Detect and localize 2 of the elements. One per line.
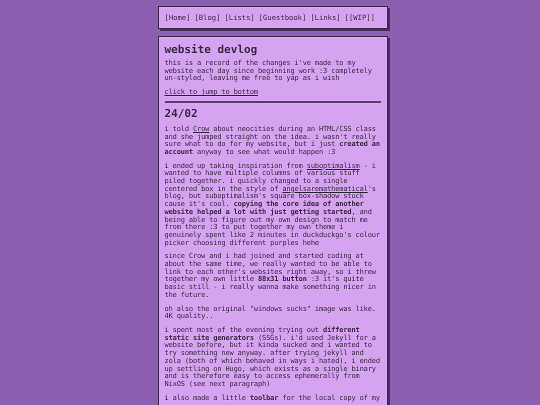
page-title: website devlog bbox=[164, 43, 258, 56]
entry-date: 24/02 bbox=[164, 106, 199, 120]
